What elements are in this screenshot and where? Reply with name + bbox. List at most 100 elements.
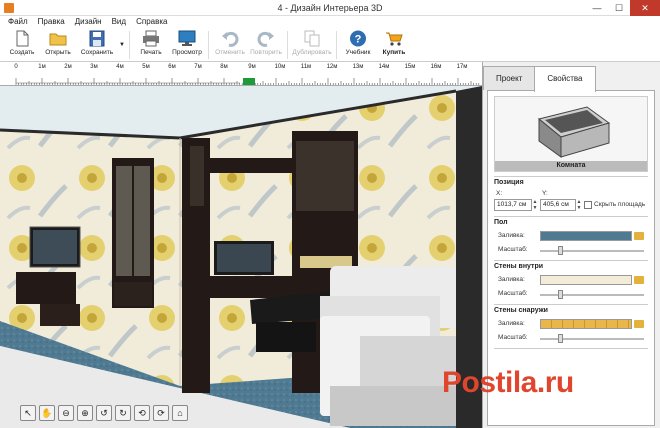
toolbar-separator <box>129 31 130 59</box>
print-button[interactable]: Печать <box>133 28 169 62</box>
preview-label: Просмотр <box>172 49 202 56</box>
floor-title: Пол <box>494 219 508 226</box>
save-dropdown-arrow-icon[interactable]: ▼ <box>118 28 126 62</box>
walls-outside-scale-thumb[interactable] <box>558 334 563 343</box>
open-button[interactable]: Открыть <box>40 28 76 62</box>
y-spinner-icon[interactable]: ▲ ▼ <box>576 199 582 211</box>
floor-scale-thumb[interactable] <box>558 246 563 255</box>
folder-icon[interactable] <box>634 232 644 240</box>
floor-fill-swatch[interactable] <box>540 231 632 241</box>
tab-properties[interactable]: Свойства <box>534 66 596 92</box>
walls-inside-title: Стены внутри <box>494 263 544 270</box>
floor-fill-label: Заливка: <box>498 232 525 239</box>
walls-inside-fill-label: Заливка: <box>498 276 525 283</box>
toolbar-separator <box>208 31 209 59</box>
walls-inside-fill-swatch[interactable] <box>540 275 632 285</box>
divider <box>494 260 648 261</box>
ruler-label: 6м <box>168 64 176 70</box>
floor-scale-slider[interactable] <box>540 250 644 252</box>
x-spinner-icon[interactable]: ▲ ▼ <box>532 199 538 211</box>
tutorial-label: Учебник <box>345 49 371 56</box>
ruler-label: 13м <box>352 64 364 70</box>
rotate-right-icon[interactable]: ↻ <box>115 405 131 421</box>
menu-bar: Файл Правка Дизайн Вид Справка <box>0 16 660 28</box>
preview-button[interactable]: Просмотр <box>169 28 205 62</box>
tilt-up-icon[interactable]: ⟳ <box>153 405 169 421</box>
undo-label: Отменить <box>215 49 245 56</box>
ruler-marker[interactable] <box>243 78 255 86</box>
zoom-in-icon[interactable]: ⊕ <box>77 405 93 421</box>
help-icon: ? <box>349 30 367 47</box>
create-label: Создать <box>9 49 35 56</box>
pan-hand-icon[interactable]: ✋ <box>39 405 55 421</box>
divider <box>494 216 648 217</box>
rotate-left-icon[interactable]: ↺ <box>96 405 112 421</box>
room-box-icon <box>537 106 611 158</box>
print-label: Печать <box>140 49 162 56</box>
menu-view[interactable]: Вид <box>108 16 130 28</box>
duplicate-button[interactable]: Дублировать <box>291 28 333 62</box>
y-label: Y: <box>542 190 548 197</box>
position-title: Позиция <box>494 179 524 186</box>
redo-button[interactable]: Повторить <box>248 28 284 62</box>
svg-text:?: ? <box>355 34 362 46</box>
walls-inside-scale-label: Масштаб: <box>498 290 528 297</box>
close-button[interactable]: ✕ <box>630 0 660 16</box>
object-preview: Комната <box>494 96 648 172</box>
ruler-label: 3м <box>90 64 98 70</box>
walls-inside-scale-slider[interactable] <box>540 294 644 296</box>
ruler-label: 11м <box>300 64 312 70</box>
buy-label: Купить <box>382 49 406 56</box>
menu-design[interactable]: Дизайн <box>71 16 106 28</box>
menu-edit[interactable]: Правка <box>34 16 69 28</box>
y-position-field[interactable]: 405,6 см <box>540 199 576 211</box>
duplicate-label: Дублировать <box>292 49 332 56</box>
menu-file[interactable]: Файл <box>4 16 32 28</box>
navigation-bar: ↖ ✋ ⊖ ⊕ ↺ ↻ ⟲ ⟳ ⌂ <box>20 404 188 422</box>
create-button[interactable]: Создать <box>4 28 40 62</box>
walls-outside-title: Стены снаружи <box>494 307 548 314</box>
horizontal-ruler[interactable]: 0 1м 2м 3м 4м 5м 6м 7м 8м 9м 10м 11м 12м… <box>0 62 482 86</box>
minimize-button[interactable]: — <box>586 0 608 16</box>
hide-area-checkbox[interactable] <box>584 201 592 209</box>
walls-outside-scale-slider[interactable] <box>540 338 644 340</box>
zoom-out-icon[interactable]: ⊖ <box>58 405 74 421</box>
ruler-label: 0 <box>14 64 18 70</box>
3d-viewport[interactable] <box>0 86 482 428</box>
folder-icon[interactable] <box>634 320 644 328</box>
ruler-label: 2м <box>64 64 72 70</box>
monitor-icon <box>178 30 196 47</box>
undo-button[interactable]: Отменить <box>212 28 248 62</box>
duplicate-icon <box>303 30 321 47</box>
ruler-label: 17м <box>456 64 468 70</box>
buy-button[interactable]: Купить <box>376 28 412 62</box>
ruler-label: 12м <box>326 64 338 70</box>
toolbar-separator <box>287 31 288 59</box>
watermark-text: Postila.ru <box>442 366 574 399</box>
hide-area-label: Скрыть площадь <box>594 201 646 208</box>
folder-open-icon <box>49 30 67 47</box>
x-position-field[interactable]: 1013,7 см <box>494 199 532 211</box>
pointer-icon[interactable]: ↖ <box>20 405 36 421</box>
tilt-down-icon[interactable]: ⟲ <box>134 405 150 421</box>
folder-icon[interactable] <box>634 276 644 284</box>
tutorial-button[interactable]: ? Учебник <box>340 28 376 62</box>
save-button[interactable]: Сохранить <box>76 28 118 62</box>
walls-outside-fill-swatch[interactable] <box>540 319 632 329</box>
maximize-button[interactable]: ☐ <box>608 0 630 16</box>
undo-icon <box>221 30 239 47</box>
floppy-disk-icon <box>88 30 106 47</box>
ruler-label: 5м <box>142 64 150 70</box>
tab-project[interactable]: Проект <box>483 66 536 90</box>
walls-inside-scale-thumb[interactable] <box>558 290 563 299</box>
window-title: 4 - Дизайн Интерьера 3D <box>277 3 383 13</box>
toolbar: Создать Открыть Сохранить ▼ Печать Просм… <box>0 28 660 62</box>
home-icon[interactable]: ⌂ <box>172 405 188 421</box>
toolbar-separator <box>336 31 337 59</box>
ruler-label: 14м <box>378 64 390 70</box>
ruler-label: 8м <box>220 64 228 70</box>
open-label: Открыть <box>45 49 71 56</box>
menu-help[interactable]: Справка <box>132 16 171 28</box>
printer-icon <box>142 30 160 47</box>
title-bar: 4 - Дизайн Интерьера 3D — ☐ ✕ <box>0 0 660 16</box>
